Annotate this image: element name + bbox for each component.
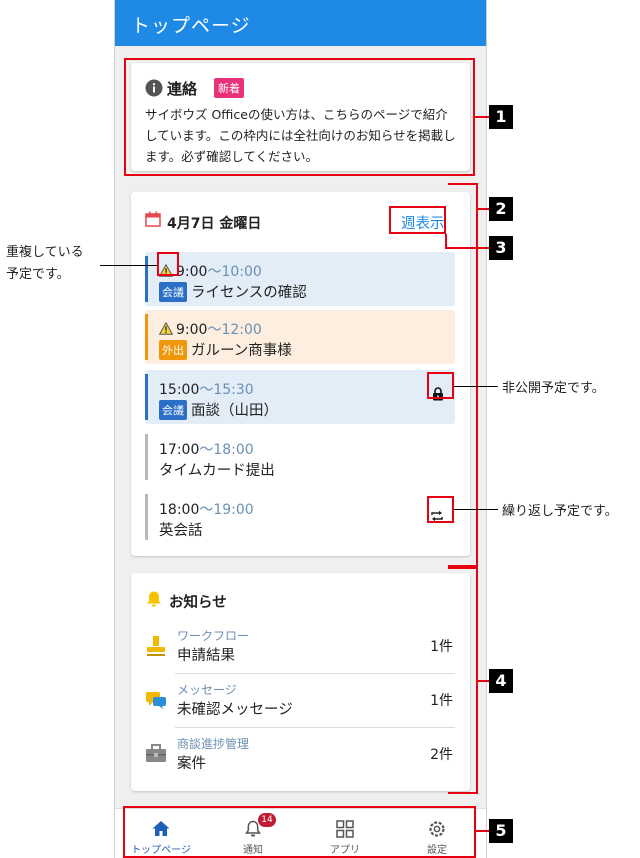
event-time: 15:00〜15:30 (159, 379, 254, 399)
event-title-row: 会議 ライセンスの確認 (159, 281, 307, 302)
notification-count: 1件 (430, 639, 453, 655)
event-color-bar (145, 494, 148, 540)
notification-count: 1件 (430, 693, 453, 709)
highlight-nav (123, 806, 476, 858)
highlight-notice (124, 58, 475, 176)
connector-1 (475, 116, 489, 118)
calendar-icon (145, 211, 161, 227)
notification-name: 申請結果 (177, 648, 235, 664)
callout-3: 3 (489, 236, 513, 260)
label-overlap: 重複している 予定です。 (6, 245, 84, 282)
event-time: 9:00〜12:00 (158, 319, 262, 339)
event-color-bar (145, 256, 148, 302)
event-color-bar (145, 434, 148, 480)
connector-2-top (448, 183, 478, 185)
notification-category: 商談進捗管理 (177, 737, 250, 751)
event-tag: 会議 (159, 400, 187, 420)
event-start: 9:00 (176, 322, 208, 338)
event-title-row: タイムカード提出 (159, 459, 275, 480)
callout-5: 5 (489, 819, 513, 843)
briefcase-icon (146, 744, 166, 762)
event-color-bar (145, 374, 148, 420)
warning-icon (158, 321, 174, 335)
event-time: 17:00〜18:00 (159, 439, 254, 459)
event-start: 17:00 (159, 442, 200, 458)
schedule-date: 4月7日 金曜日 (167, 216, 262, 232)
event-end: 〜12:00 (207, 322, 262, 338)
event-title-row: 外出 ガルーン商事様 (159, 339, 292, 360)
notification-category: メッセージ (177, 683, 237, 697)
notification-name: 案件 (177, 756, 206, 772)
event-time: 18:00〜19:00 (159, 499, 254, 519)
highlight-repeat (427, 496, 454, 523)
bell-icon (147, 591, 161, 607)
notification-row[interactable]: メッセージ未確認メッセージ 1件 (145, 677, 455, 727)
notifications-card: お知らせ ワークフロー 申請結果 1件 メッセージ 未確認メッセージ 1件 商談進捗管理 案件… (131, 573, 470, 791)
notification-row[interactable]: 商談進捗管理 案件 2件 (145, 731, 455, 781)
event-title-row: 英会話 (159, 519, 203, 540)
label-private: 非公開予定です。 (502, 381, 605, 396)
message-icon (146, 692, 166, 709)
event-start: 9:00 (176, 264, 208, 280)
event-title: ガルーン商事様 (191, 343, 292, 359)
event-title: 英会話 (159, 523, 203, 539)
notification-count: 2件 (430, 747, 453, 763)
callout-2: 2 (489, 197, 513, 221)
divider (175, 673, 455, 674)
label-repeat: 繰り返し予定です。 (502, 504, 618, 519)
stamp-icon (147, 636, 165, 656)
event-title: 面談（山田） (191, 403, 278, 419)
schedule-event[interactable]: 9:00〜10:00 会議 ライセンスの確認 (145, 252, 455, 306)
schedule-event[interactable]: 17:00〜18:00 タイムカード提出 (145, 430, 455, 484)
event-end: 〜15:30 (199, 382, 254, 398)
connector-3-vert (445, 234, 447, 248)
notification-category: ワークフロー (177, 629, 250, 643)
highlight-week-link (389, 206, 446, 234)
schedule-event[interactable]: 9:00〜12:00 外出 ガルーン商事様 (145, 310, 455, 364)
event-end: 〜18:00 (199, 442, 254, 458)
notifications-title: お知らせ (169, 595, 227, 611)
leader-overlap (100, 265, 157, 266)
event-tag: 外出 (159, 340, 187, 360)
connector-4-bottom (448, 792, 478, 794)
event-title-row: 会議 面談（山田） (159, 399, 278, 420)
divider (175, 727, 455, 728)
app-bar: トップページ (115, 0, 486, 46)
connector-3 (445, 247, 489, 249)
schedule-event[interactable]: 15:00〜15:30 会議 面談（山田） (145, 370, 455, 424)
connector-4-top (448, 567, 478, 569)
callout-4: 4 (489, 669, 513, 693)
event-title: ライセンスの確認 (191, 285, 307, 301)
event-color-bar (145, 314, 148, 360)
connector-4 (476, 680, 489, 682)
leader-repeat (454, 509, 498, 510)
page-title: トップページ (131, 15, 251, 37)
highlight-overlap (157, 252, 179, 276)
schedule-event[interactable]: 18:00〜19:00 英会話 (145, 490, 455, 544)
leader-private (454, 386, 498, 387)
highlight-lock (427, 372, 454, 399)
event-tag: 会議 (159, 282, 187, 302)
event-start: 18:00 (159, 502, 200, 518)
notification-name: 未確認メッセージ (177, 702, 293, 718)
event-end: 〜19:00 (199, 502, 254, 518)
callout-1: 1 (489, 105, 513, 129)
event-end: 〜10:00 (207, 264, 262, 280)
connector-5 (476, 830, 489, 832)
notification-row[interactable]: ワークフロー 申請結果 1件 (145, 623, 455, 673)
event-start: 15:00 (159, 382, 200, 398)
schedule-card: 4月7日 金曜日 週表示 9:00〜10:00 会議 ライセンスの確認 9:00〜12… (131, 192, 470, 556)
event-title: タイムカード提出 (159, 463, 275, 479)
connector-2 (476, 208, 489, 210)
